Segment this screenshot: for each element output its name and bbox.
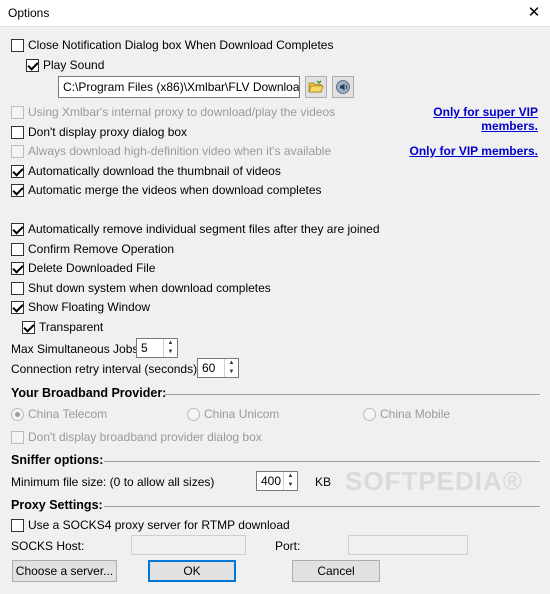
sniffer-heading: Sniffer options: xyxy=(11,453,104,467)
confirm-remove-option[interactable]: Confirm Remove Operation xyxy=(11,242,174,256)
close-notification-checkbox[interactable] xyxy=(11,38,24,52)
remove-segments-checkbox[interactable] xyxy=(11,222,24,236)
min-size-stepper[interactable]: 400 ▲ ▼ xyxy=(256,471,298,491)
port-input[interactable] xyxy=(348,535,468,555)
separator xyxy=(165,394,540,395)
confirm-remove-label: Confirm Remove Operation xyxy=(28,242,175,256)
transparent-checkbox[interactable] xyxy=(22,320,35,334)
radio-china-telecom: China Telecom xyxy=(11,407,107,421)
delete-downloaded-label: Delete Downloaded File xyxy=(28,261,156,275)
size-unit: KB xyxy=(315,475,332,489)
separator xyxy=(104,461,540,462)
broadband-heading: Your Broadband Provider: xyxy=(11,386,167,400)
min-size-value[interactable]: 400 xyxy=(257,472,283,490)
stepper-down-icon[interactable]: ▼ xyxy=(225,368,238,377)
hd-download-option: Always download high-definition video wh… xyxy=(11,144,331,158)
socks-proxy-option[interactable]: Use a SOCKS4 proxy server for RTMP downl… xyxy=(11,518,290,532)
delete-downloaded-option[interactable]: Delete Downloaded File xyxy=(11,261,155,275)
close-icon[interactable]: ✕ xyxy=(522,2,546,24)
delete-downloaded-checkbox[interactable] xyxy=(11,261,24,275)
radio-button xyxy=(187,407,200,421)
max-jobs-label: Max Simultaneous Jobs: xyxy=(11,342,142,356)
max-jobs-value[interactable]: 5 xyxy=(137,339,163,357)
radio-label: China Telecom xyxy=(28,407,108,421)
no-proxy-dialog-checkbox[interactable] xyxy=(11,125,24,139)
transparent-option[interactable]: Transparent xyxy=(22,320,103,334)
stepper-up-icon[interactable]: ▲ xyxy=(164,339,177,348)
ok-button[interactable]: OK xyxy=(148,560,236,582)
no-proxy-dialog-option[interactable]: Don't display proxy dialog box xyxy=(11,125,187,139)
speaker-icon xyxy=(336,80,350,94)
stepper-up-icon[interactable]: ▲ xyxy=(284,472,297,481)
remove-segments-option[interactable]: Automatically remove individual segment … xyxy=(11,222,380,236)
sound-path-input[interactable]: C:\Program Files (x86)\Xmlbar\FLV Downlo… xyxy=(58,76,300,98)
choose-server-button[interactable]: Choose a server... xyxy=(12,560,117,582)
port-label: Port: xyxy=(275,539,301,553)
radio-label: China Unicom xyxy=(204,407,280,421)
watermark-text: SOFTPEDIA® xyxy=(345,466,523,496)
retry-interval-stepper[interactable]: 60 ▲ ▼ xyxy=(197,358,239,378)
shutdown-checkbox[interactable] xyxy=(11,281,24,295)
no-broadband-dialog-option: Don't display broadband provider dialog … xyxy=(11,430,262,444)
socks-proxy-label: Use a SOCKS4 proxy server for RTMP downl… xyxy=(28,518,290,532)
remove-segments-label: Automatically remove individual segment … xyxy=(28,222,380,236)
retry-interval-label: Connection retry interval (seconds): xyxy=(11,362,201,376)
radio-china-mobile: China Mobile xyxy=(363,407,450,421)
hd-download-label: Always download high-definition video wh… xyxy=(28,144,332,158)
cancel-button[interactable]: Cancel xyxy=(292,560,380,582)
proxy-settings-heading: Proxy Settings: xyxy=(11,498,103,512)
hd-download-checkbox xyxy=(11,144,24,158)
socks-host-input[interactable] xyxy=(131,535,246,555)
max-jobs-stepper[interactable]: 5 ▲ ▼ xyxy=(136,338,178,358)
merge-checkbox[interactable] xyxy=(11,183,24,197)
no-broadband-dialog-checkbox xyxy=(11,430,24,444)
no-proxy-dialog-label: Don't display proxy dialog box xyxy=(28,125,188,139)
radio-label: China Mobile xyxy=(380,407,451,421)
thumbnail-option[interactable]: Automatically download the thumbnail of … xyxy=(11,164,281,178)
stepper-up-icon[interactable]: ▲ xyxy=(225,359,238,368)
separator xyxy=(104,506,540,507)
socks-proxy-checkbox[interactable] xyxy=(11,518,24,532)
title-bar xyxy=(0,0,550,27)
floating-window-label: Show Floating Window xyxy=(28,300,151,314)
play-sound-button[interactable] xyxy=(332,76,354,98)
window-title: Options xyxy=(8,6,50,20)
radio-button xyxy=(363,407,376,421)
internal-proxy-checkbox xyxy=(11,105,24,119)
thumbnail-label: Automatically download the thumbnail of … xyxy=(28,164,281,178)
radio-button xyxy=(11,407,24,421)
folder-open-icon xyxy=(308,80,324,93)
radio-china-unicom: China Unicom xyxy=(187,407,279,421)
shutdown-option[interactable]: Shut down system when download completes xyxy=(11,281,271,295)
retry-interval-value[interactable]: 60 xyxy=(198,359,224,377)
super-vip-link[interactable]: Only for super VIP members. xyxy=(420,105,538,133)
merge-label: Automatic merge the videos when download… xyxy=(28,183,322,197)
confirm-remove-checkbox[interactable] xyxy=(11,242,24,256)
min-size-label: Minimum file size: (0 to allow all sizes… xyxy=(11,475,215,489)
socks-host-label: SOCKS Host: xyxy=(11,539,85,553)
play-sound-checkbox[interactable] xyxy=(26,58,39,72)
play-sound-label: Play Sound xyxy=(43,58,105,72)
stepper-down-icon[interactable]: ▼ xyxy=(164,348,177,357)
floating-window-checkbox[interactable] xyxy=(11,300,24,314)
vip-link[interactable]: Only for VIP members. xyxy=(400,144,539,158)
no-broadband-dialog-label: Don't display broadband provider dialog … xyxy=(28,430,262,444)
thumbnail-checkbox[interactable] xyxy=(11,164,24,178)
close-notification-option[interactable]: Close Notification Dialog box When Downl… xyxy=(11,38,333,52)
internal-proxy-label: Using Xmlbar's internal proxy to downloa… xyxy=(28,105,336,119)
merge-option[interactable]: Automatic merge the videos when download… xyxy=(11,183,322,197)
transparent-label: Transparent xyxy=(39,320,104,334)
shutdown-label: Shut down system when download completes xyxy=(28,281,271,295)
close-notification-label: Close Notification Dialog box When Downl… xyxy=(28,38,334,52)
floating-window-option[interactable]: Show Floating Window xyxy=(11,300,150,314)
stepper-down-icon[interactable]: ▼ xyxy=(284,481,297,490)
browse-sound-button[interactable] xyxy=(305,76,327,98)
internal-proxy-option: Using Xmlbar's internal proxy to downloa… xyxy=(11,105,335,119)
play-sound-option[interactable]: Play Sound xyxy=(26,58,104,72)
